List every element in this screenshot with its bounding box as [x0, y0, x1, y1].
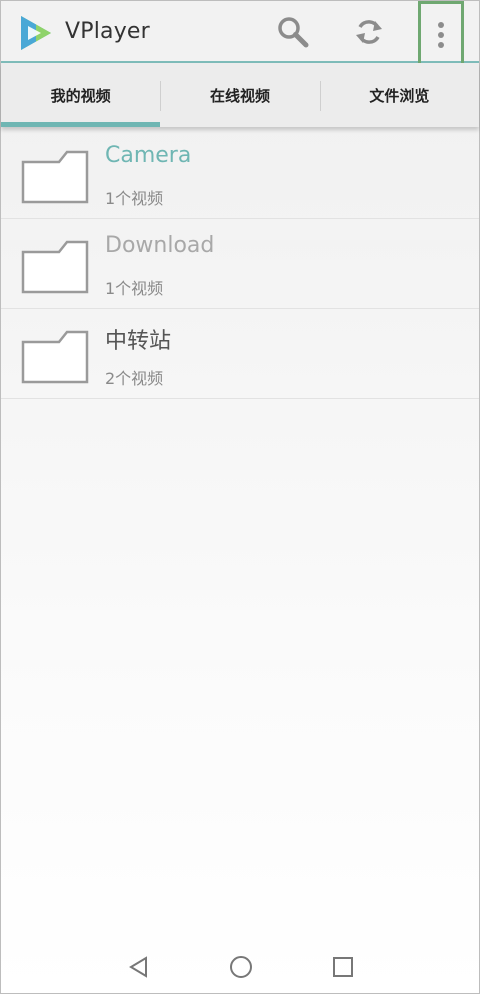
back-triangle-icon [129, 956, 147, 978]
nav-recents-button[interactable] [329, 953, 357, 981]
vplayer-logo-icon [21, 16, 51, 50]
folder-count: 1个视频 [105, 189, 164, 208]
search-button[interactable] [272, 11, 314, 53]
home-circle-icon [230, 956, 252, 978]
folder-item-download[interactable]: Download 1个视频 [1, 219, 479, 309]
folder-icon [21, 240, 89, 294]
folder-count: 2个视频 [105, 369, 164, 388]
system-nav-bar [1, 941, 479, 993]
folder-icon [21, 330, 89, 384]
tab-file-browser[interactable]: 文件浏览 [319, 63, 479, 127]
folder-name: 中转站 [105, 329, 172, 354]
tab-label: 我的视频 [50, 86, 111, 105]
folder-name: Download [105, 233, 215, 258]
nav-back-button[interactable] [125, 953, 153, 981]
folder-item-transfer[interactable]: 中转站 2个视频 [1, 309, 479, 399]
tab-online-videos[interactable]: 在线视频 [160, 63, 319, 127]
folder-item-camera[interactable]: Camera 1个视频 [1, 129, 479, 219]
refresh-icon [356, 20, 382, 44]
refresh-button[interactable] [348, 11, 390, 53]
tab-label: 在线视频 [209, 86, 270, 105]
folder-count: 1个视频 [105, 279, 164, 298]
more-options-button[interactable] [418, 1, 464, 69]
app-title: VPlayer [65, 19, 150, 44]
folder-name: Camera [105, 143, 192, 168]
search-icon [278, 17, 309, 48]
more-vert-icon [438, 22, 444, 48]
recents-square-icon [333, 957, 353, 977]
folder-list: Camera 1个视频 Download 1个视频 中转站 2个视频 [1, 129, 479, 399]
tab-bar: 我的视频 在线视频 文件浏览 [1, 63, 479, 127]
app-bar: VPlayer [1, 1, 479, 69]
folder-icon [21, 150, 89, 204]
nav-home-button[interactable] [227, 953, 255, 981]
tab-label: 文件浏览 [369, 86, 430, 105]
tab-my-videos[interactable]: 我的视频 [1, 63, 161, 127]
